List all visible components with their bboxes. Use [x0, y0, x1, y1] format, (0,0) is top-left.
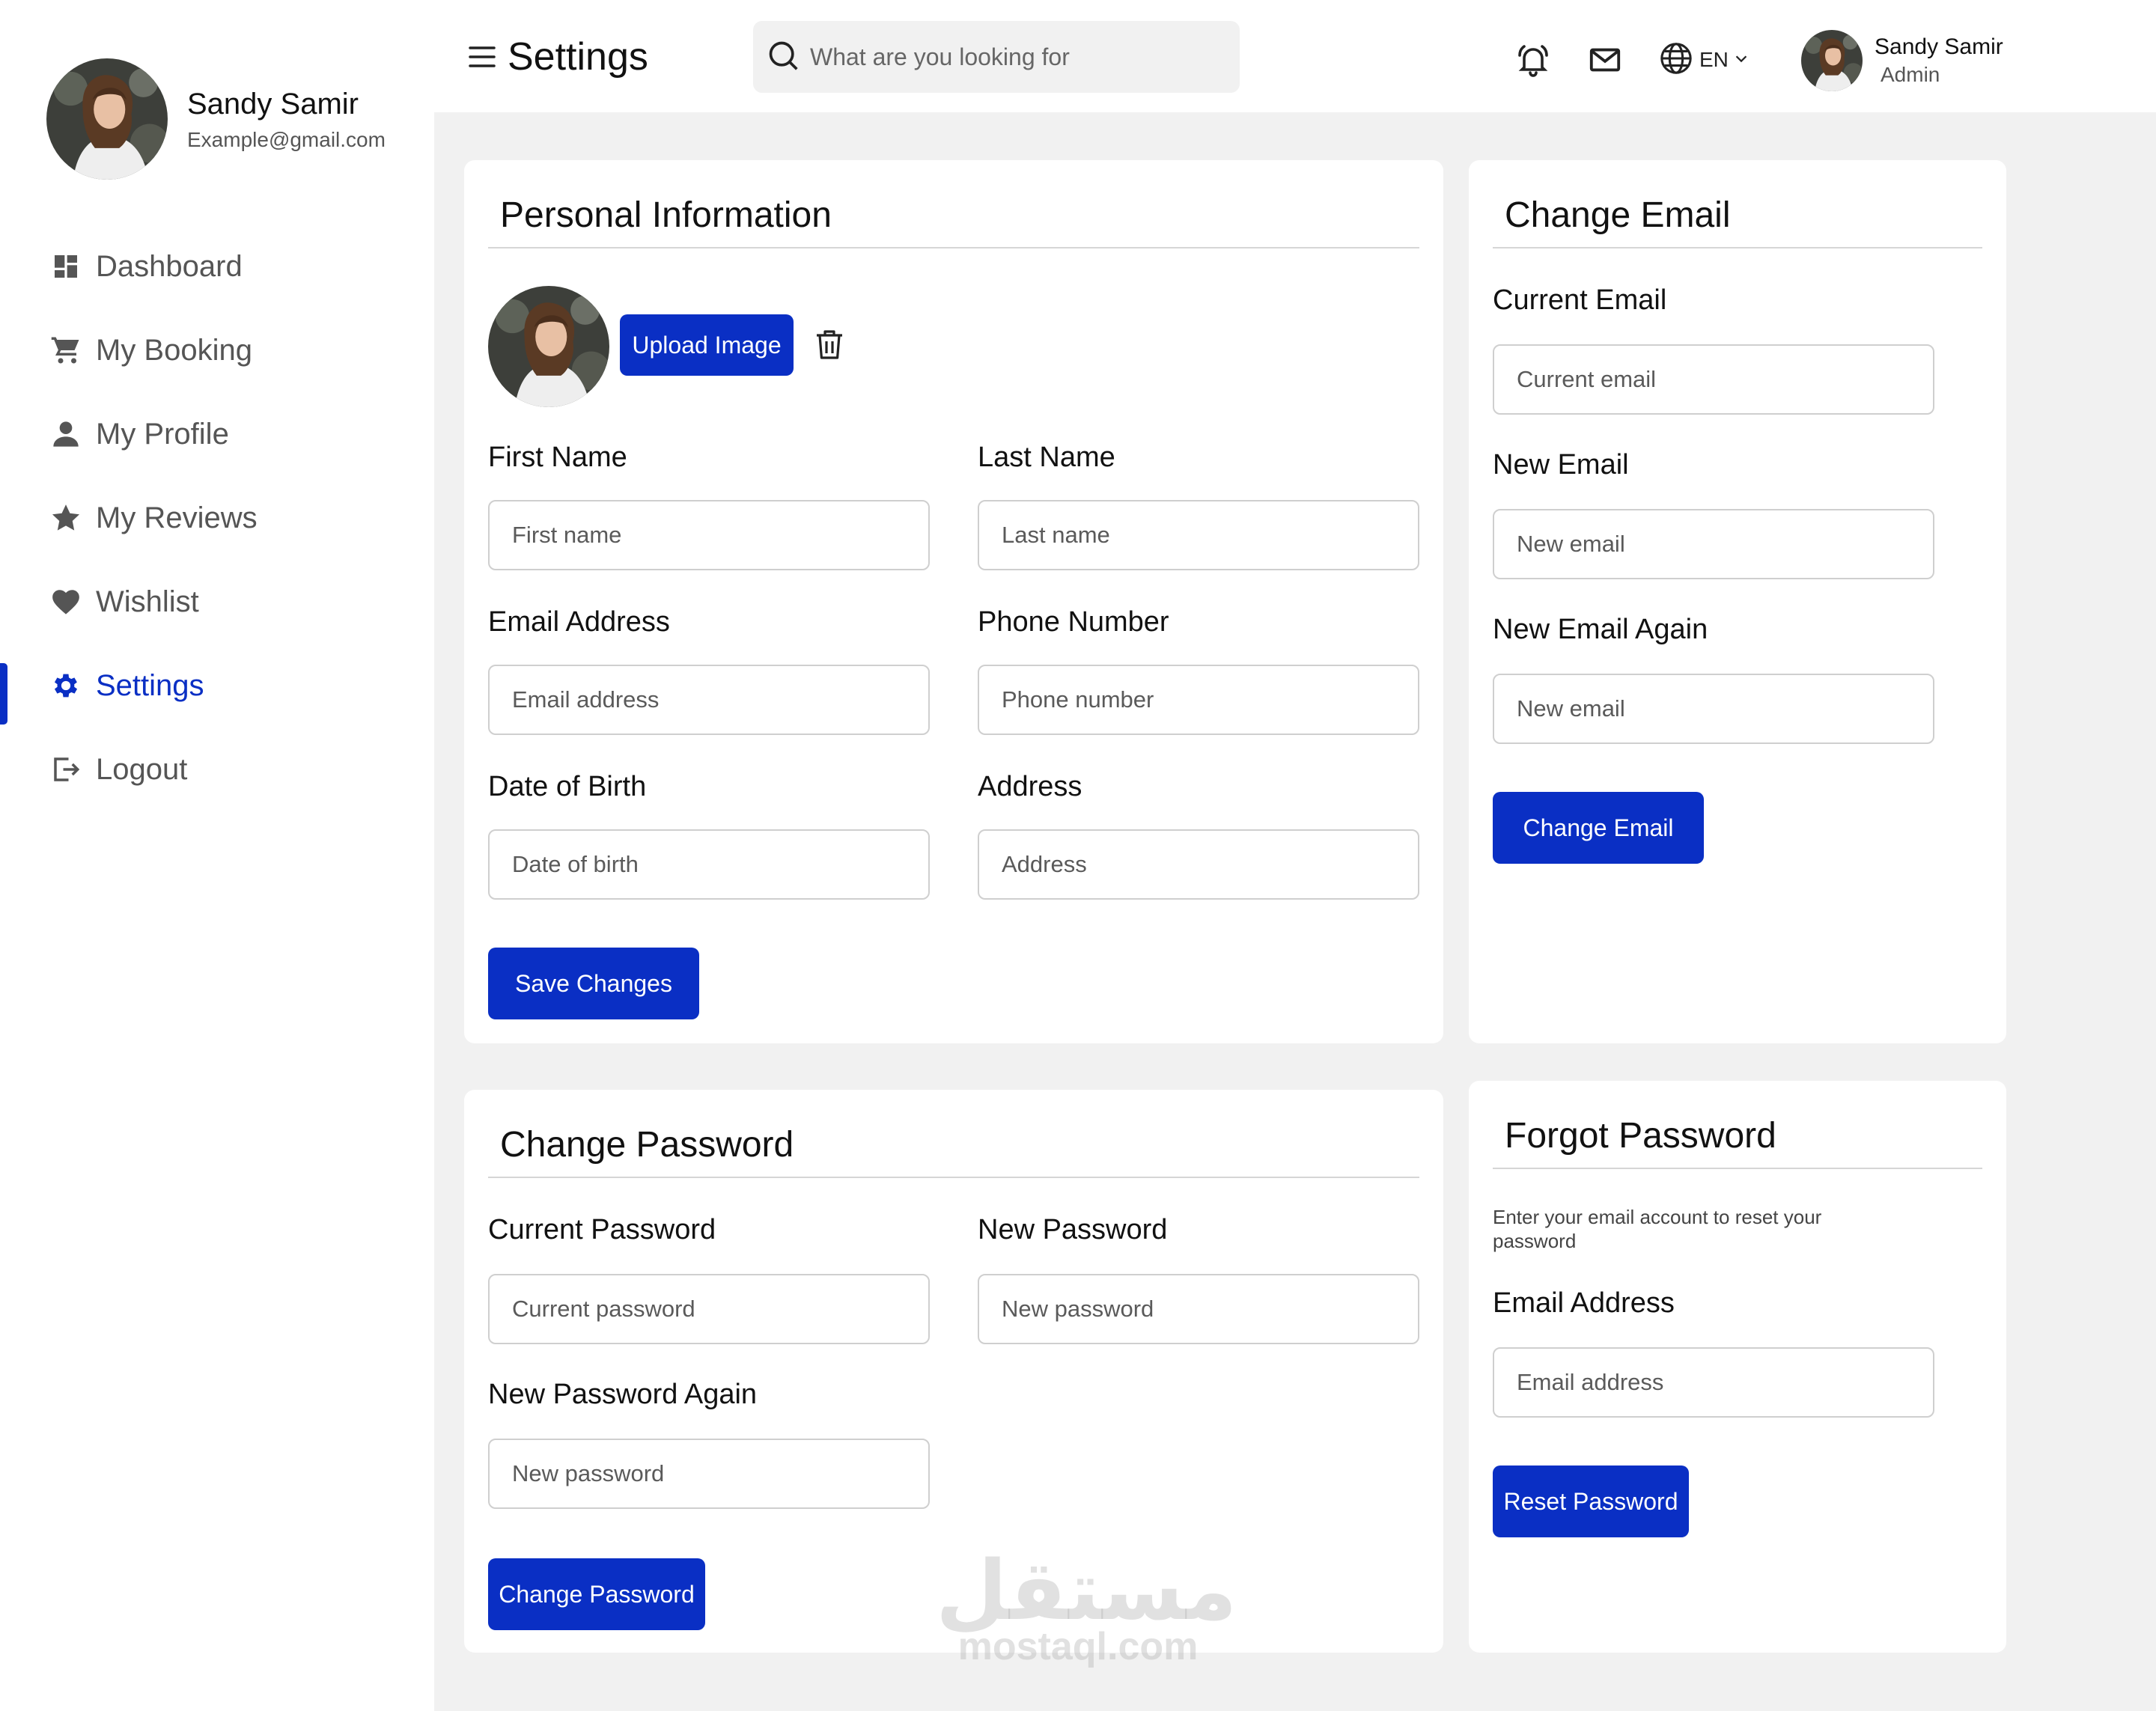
new-password-label: New Password — [978, 1214, 1168, 1245]
search-bar — [753, 21, 1240, 93]
sidebar-item-label: Logout — [96, 752, 188, 786]
first-name-input[interactable] — [488, 500, 930, 570]
new-password-again-input[interactable] — [488, 1439, 930, 1509]
sidebar-item-logout[interactable]: Logout — [0, 728, 434, 811]
language-selector[interactable]: EN — [1659, 40, 1750, 79]
new-password-again-label: New Password Again — [488, 1379, 758, 1410]
divider — [488, 1177, 1419, 1178]
sidebar-item-label: My Booking — [96, 333, 252, 367]
new-email-input[interactable] — [1493, 509, 1934, 579]
watermark-arabic: مستقل — [936, 1543, 1237, 1638]
reset-email-input[interactable] — [1493, 1347, 1934, 1418]
email-address-input[interactable] — [488, 665, 930, 735]
forgot-password-hint: Enter your email account to reset your p… — [1493, 1206, 1822, 1252]
mail-icon[interactable] — [1586, 40, 1624, 79]
main-content: Personal Information Upload Image First … — [434, 112, 2156, 1711]
cart-icon — [49, 334, 82, 367]
divider — [1493, 1168, 1982, 1169]
profile-email: Example@gmail.com — [187, 128, 386, 151]
profile-avatar — [46, 58, 168, 180]
email-address-label: Email Address — [1493, 1287, 1675, 1319]
personal-avatar — [488, 286, 609, 407]
new-email-label: New Email — [1493, 449, 1629, 481]
search-icon — [767, 39, 800, 76]
change-email-button[interactable]: Change Email — [1493, 792, 1704, 864]
gear-icon — [49, 669, 82, 702]
trash-icon[interactable] — [811, 326, 850, 365]
email-address-label: Email Address — [488, 606, 670, 638]
profile-name: Sandy Samir — [187, 88, 359, 121]
date-of-birth-label: Date of Birth — [488, 771, 647, 802]
heart-icon — [49, 585, 82, 618]
new-password-input[interactable] — [978, 1274, 1419, 1344]
chevron-down-icon — [1733, 50, 1750, 70]
sidebar-item-my-profile[interactable]: My Profile — [0, 392, 434, 476]
new-email-again-label: New Email Again — [1493, 614, 1708, 645]
sidebar-profile: Sandy Samir Example@gmail.com — [46, 58, 386, 180]
phone-number-label: Phone Number — [978, 606, 1169, 638]
sidebar-item-settings[interactable]: Settings — [0, 644, 434, 728]
sidebar-item-dashboard[interactable]: Dashboard — [0, 225, 434, 308]
current-email-label: Current Email — [1493, 284, 1667, 316]
card-title: Personal Information — [500, 195, 832, 235]
date-of-birth-input[interactable] — [488, 829, 930, 900]
divider — [1493, 247, 1982, 248]
personal-information-card: Personal Information Upload Image First … — [464, 160, 1443, 1043]
new-email-again-input[interactable] — [1493, 674, 1934, 744]
user-menu[interactable]: Sandy Samir Admin — [1801, 30, 2003, 91]
star-icon — [49, 501, 82, 534]
language-label: EN — [1699, 48, 1729, 71]
dashboard-icon — [49, 250, 82, 283]
sidebar-item-label: Settings — [96, 668, 204, 702]
reset-password-button[interactable]: Reset Password — [1493, 1466, 1689, 1537]
current-email-input[interactable] — [1493, 344, 1934, 415]
notification-bell-icon[interactable] — [1514, 40, 1553, 79]
last-name-label: Last Name — [978, 442, 1115, 473]
sidebar-nav: Dashboard My Booking My Profile My Revie… — [0, 225, 434, 811]
phone-number-input[interactable] — [978, 665, 1419, 735]
last-name-input[interactable] — [978, 500, 1419, 570]
sidebar-item-my-booking[interactable]: My Booking — [0, 308, 434, 392]
change-email-card: Change Email Current Email New Email New… — [1469, 160, 2006, 1043]
upload-image-button[interactable]: Upload Image — [620, 314, 794, 376]
address-input[interactable] — [978, 829, 1419, 900]
sidebar-item-label: My Reviews — [96, 501, 258, 534]
user-icon — [49, 418, 82, 451]
current-password-input[interactable] — [488, 1274, 930, 1344]
forgot-password-card: Forgot Password Enter your email account… — [1469, 1081, 2006, 1653]
change-password-button[interactable]: Change Password — [488, 1558, 705, 1630]
current-password-label: Current Password — [488, 1214, 716, 1245]
save-changes-button[interactable]: Save Changes — [488, 948, 699, 1019]
divider — [488, 247, 1419, 248]
search-input[interactable] — [810, 43, 1229, 71]
globe-icon — [1659, 41, 1693, 79]
page-title: Settings — [508, 35, 648, 79]
sidebar-item-wishlist[interactable]: Wishlist — [0, 560, 434, 644]
sidebar-item-label: Wishlist — [96, 585, 199, 618]
first-name-label: First Name — [488, 442, 627, 473]
card-title: Change Email — [1505, 195, 1731, 235]
card-title: Forgot Password — [1505, 1116, 1776, 1156]
sidebar-item-my-reviews[interactable]: My Reviews — [0, 476, 434, 560]
logout-icon — [49, 753, 82, 786]
sidebar-item-label: My Profile — [96, 417, 229, 451]
sidebar-item-label: Dashboard — [96, 249, 243, 283]
top-bar: Settings EN Sandy Samir Admin — [434, 0, 2156, 112]
sidebar: Sandy Samir Example@gmail.com Dashboard … — [0, 0, 434, 1711]
watermark-latin: mostaql.com — [957, 1625, 1199, 1668]
user-role: Admin — [1881, 63, 1940, 86]
user-name: Sandy Samir — [1875, 34, 2003, 59]
card-title: Change Password — [500, 1125, 794, 1165]
hamburger-menu-icon[interactable] — [467, 43, 497, 70]
user-avatar — [1801, 30, 1863, 91]
address-label: Address — [978, 771, 1082, 802]
watermark: مستقل mostaql.com — [936, 1543, 1237, 1669]
